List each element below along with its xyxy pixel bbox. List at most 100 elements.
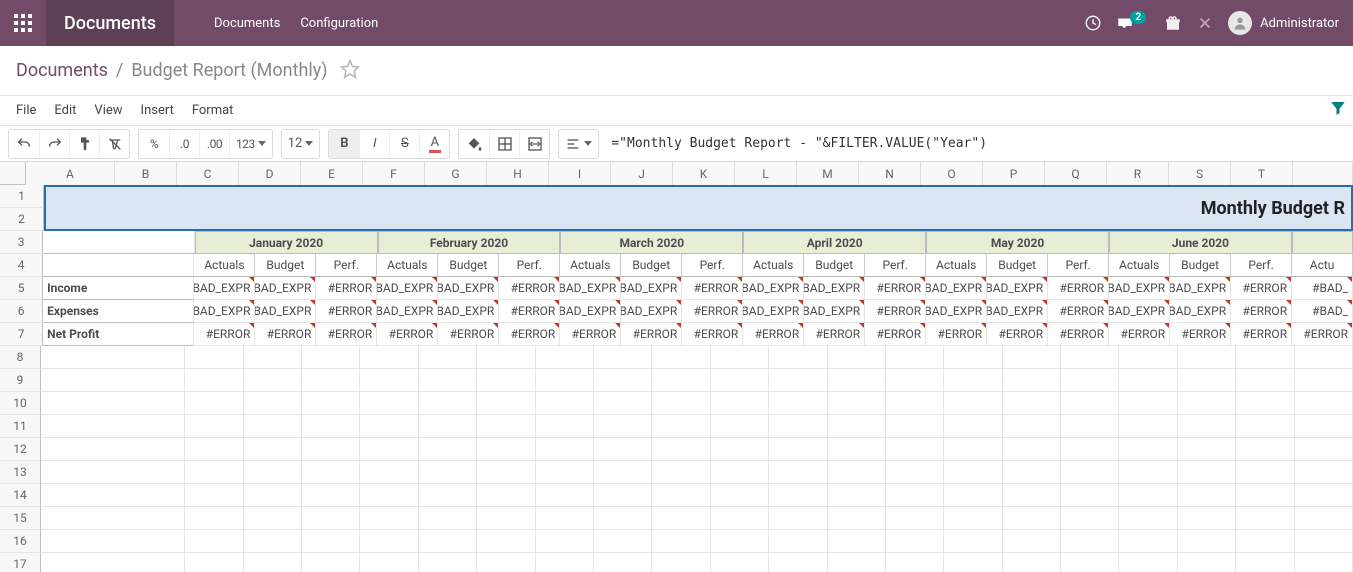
data-cell[interactable]: #BAD_ bbox=[1292, 277, 1353, 300]
col-header[interactable]: J bbox=[611, 162, 673, 185]
text-color-button[interactable]: A bbox=[419, 130, 449, 158]
cell[interactable] bbox=[302, 415, 360, 438]
select-all-corner[interactable] bbox=[0, 162, 26, 185]
cell[interactable] bbox=[711, 415, 769, 438]
cell[interactable] bbox=[477, 369, 535, 392]
cell[interactable] bbox=[1178, 507, 1236, 530]
data-cell[interactable]: #BAD_EXPR bbox=[377, 277, 438, 300]
data-cell[interactable]: #BAD_ bbox=[1292, 300, 1353, 323]
cell[interactable] bbox=[244, 484, 302, 507]
data-cell[interactable]: #ERROR bbox=[865, 277, 926, 300]
sub-header-cell[interactable]: Budget bbox=[255, 254, 316, 277]
menu-insert[interactable]: Insert bbox=[141, 103, 174, 118]
cell[interactable] bbox=[1003, 392, 1061, 415]
cell[interactable] bbox=[769, 484, 827, 507]
data-cell[interactable]: #ERROR bbox=[1048, 323, 1109, 346]
col-header[interactable]: I bbox=[549, 162, 611, 185]
merge-cells-button[interactable] bbox=[519, 130, 549, 158]
data-cell[interactable]: #ERROR bbox=[987, 323, 1048, 346]
col-header[interactable]: R bbox=[1107, 162, 1169, 185]
cell[interactable] bbox=[419, 346, 477, 369]
cell[interactable] bbox=[244, 438, 302, 461]
cell[interactable] bbox=[828, 438, 886, 461]
cell[interactable] bbox=[1061, 392, 1119, 415]
row-header[interactable]: 7 bbox=[0, 323, 43, 346]
cell[interactable] bbox=[1295, 507, 1353, 530]
row-label-cell[interactable]: Expenses bbox=[43, 300, 194, 323]
cell[interactable] bbox=[536, 507, 594, 530]
data-cell[interactable]: #ERROR bbox=[377, 323, 438, 346]
data-cell[interactable]: #BAD_EXPR bbox=[621, 300, 682, 323]
cell[interactable] bbox=[1119, 553, 1177, 572]
sub-header-cell[interactable]: Perf. bbox=[499, 254, 560, 277]
cell[interactable] bbox=[185, 369, 243, 392]
cell[interactable] bbox=[828, 553, 886, 572]
sub-header-cell[interactable]: Actuals bbox=[377, 254, 438, 277]
data-cell[interactable]: #BAD_EXPR bbox=[743, 277, 804, 300]
user-menu[interactable]: Administrator bbox=[1228, 11, 1339, 35]
cell[interactable] bbox=[1178, 415, 1236, 438]
cell[interactable] bbox=[536, 392, 594, 415]
cell[interactable] bbox=[1061, 346, 1119, 369]
cell[interactable] bbox=[185, 461, 243, 484]
cell[interactable] bbox=[360, 553, 418, 572]
cell[interactable] bbox=[886, 461, 944, 484]
col-header[interactable]: H bbox=[487, 162, 549, 185]
cell[interactable] bbox=[711, 461, 769, 484]
cell[interactable] bbox=[769, 461, 827, 484]
cell[interactable] bbox=[1003, 530, 1061, 553]
col-header[interactable]: E bbox=[301, 162, 363, 185]
sub-header-cell[interactable]: Actuals bbox=[1109, 254, 1170, 277]
brand-button[interactable]: Documents bbox=[46, 0, 174, 46]
cell[interactable] bbox=[594, 369, 652, 392]
cell[interactable] bbox=[302, 438, 360, 461]
cell[interactable] bbox=[1236, 438, 1294, 461]
cell[interactable] bbox=[886, 392, 944, 415]
data-cell[interactable]: #ERROR bbox=[804, 323, 865, 346]
menu-view[interactable]: View bbox=[94, 103, 122, 118]
sub-header-cell[interactable]: Actuals bbox=[926, 254, 987, 277]
cell[interactable] bbox=[1178, 438, 1236, 461]
cell[interactable] bbox=[1003, 553, 1061, 572]
cell[interactable] bbox=[1178, 346, 1236, 369]
data-cell[interactable]: #ERROR bbox=[1292, 323, 1353, 346]
cell[interactable] bbox=[419, 415, 477, 438]
cell[interactable] bbox=[419, 553, 477, 572]
cell[interactable] bbox=[419, 392, 477, 415]
cell[interactable] bbox=[1236, 507, 1294, 530]
month-header-cell[interactable]: March 2020 bbox=[560, 231, 743, 254]
cell[interactable] bbox=[244, 461, 302, 484]
cell[interactable] bbox=[41, 484, 185, 507]
cell[interactable] bbox=[1061, 415, 1119, 438]
cell[interactable] bbox=[1295, 438, 1353, 461]
cell[interactable] bbox=[302, 392, 360, 415]
cell[interactable] bbox=[594, 392, 652, 415]
cell[interactable] bbox=[711, 369, 769, 392]
row-label-cell[interactable]: Net Profit bbox=[43, 323, 194, 346]
data-cell[interactable]: #BAD_EXPR bbox=[560, 300, 621, 323]
cell[interactable] bbox=[1003, 438, 1061, 461]
cell[interactable] bbox=[43, 231, 194, 254]
cell[interactable] bbox=[185, 415, 243, 438]
cell[interactable] bbox=[244, 553, 302, 572]
col-header[interactable]: K bbox=[673, 162, 735, 185]
cell[interactable] bbox=[652, 461, 710, 484]
cell[interactable] bbox=[652, 530, 710, 553]
cell[interactable] bbox=[886, 346, 944, 369]
data-cell[interactable]: #ERROR bbox=[1231, 300, 1292, 323]
cell[interactable] bbox=[302, 484, 360, 507]
cell[interactable] bbox=[1295, 415, 1353, 438]
col-header[interactable]: P bbox=[983, 162, 1045, 185]
cell[interactable] bbox=[1003, 346, 1061, 369]
cell[interactable] bbox=[828, 484, 886, 507]
cell[interactable] bbox=[185, 346, 243, 369]
row-header[interactable]: 4 bbox=[0, 254, 43, 277]
cell[interactable] bbox=[1236, 553, 1294, 572]
data-cell[interactable]: #ERROR bbox=[621, 323, 682, 346]
cell[interactable] bbox=[477, 484, 535, 507]
cell[interactable] bbox=[944, 415, 1002, 438]
cell[interactable] bbox=[536, 484, 594, 507]
sub-header-cell[interactable]: Budget bbox=[804, 254, 865, 277]
month-header-cell[interactable]: January 2020 bbox=[195, 231, 378, 254]
cell[interactable] bbox=[769, 369, 827, 392]
